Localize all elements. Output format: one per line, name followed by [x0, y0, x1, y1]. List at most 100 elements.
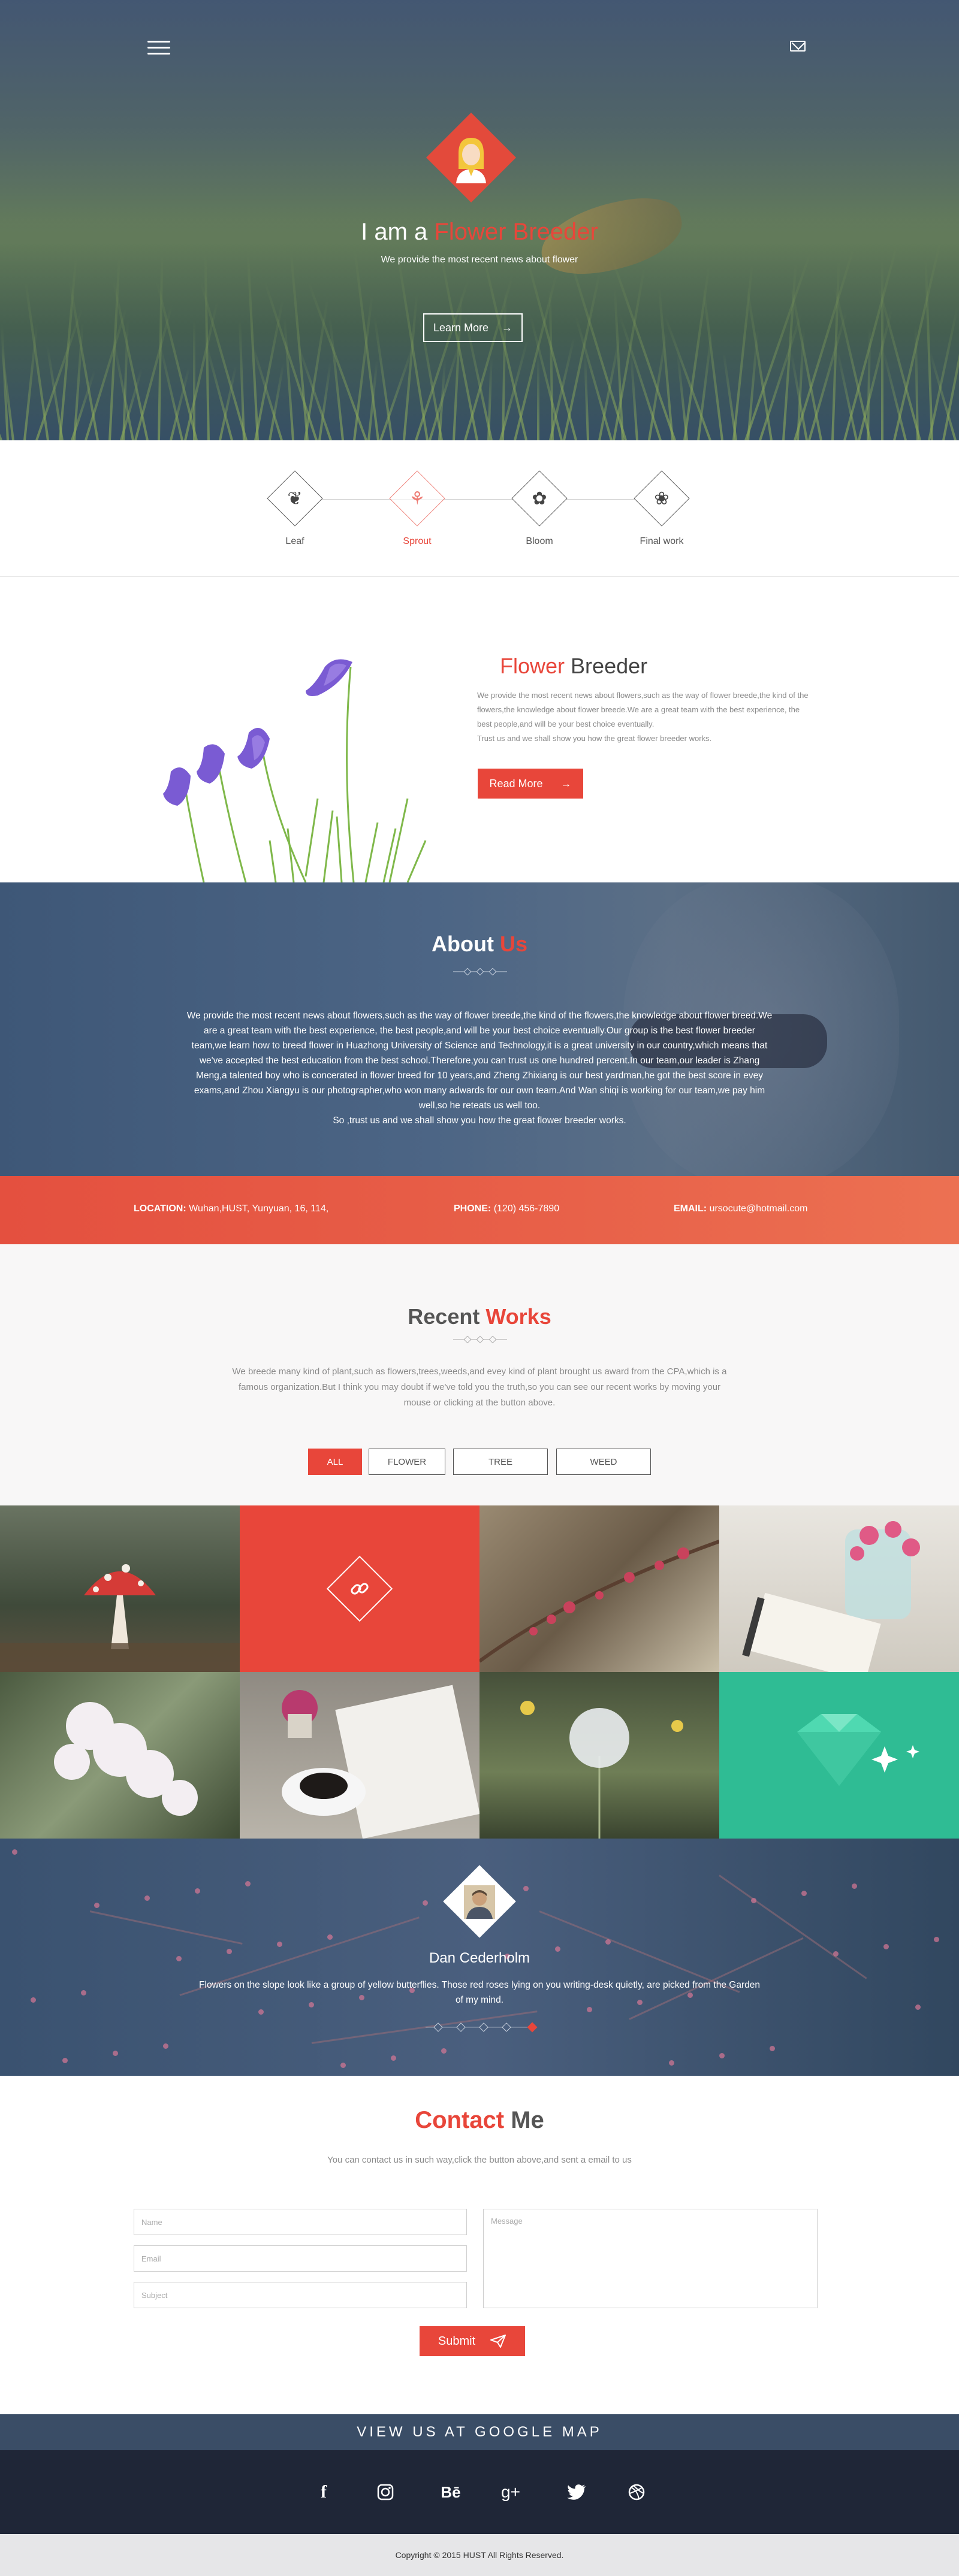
learn-more-button[interactable]: Learn More → [423, 313, 523, 342]
read-more-label: Read More [489, 777, 543, 790]
potted-plant-icon: ✿ [532, 488, 547, 509]
step-label: Bloom [526, 536, 553, 546]
blossom-bud-decoration [144, 1895, 150, 1901]
blossom-bud-decoration [441, 2048, 447, 2054]
location-label: LOCATION: [134, 1204, 186, 1214]
mail-icon[interactable] [790, 41, 806, 52]
section-divider [453, 967, 507, 976]
recent-works-section: Recent Works We breede many kind of plan… [0, 1244, 959, 1505]
contact-info-bar: LOCATION: Wuhan,HUST, Yunyuan, 16, 114, … [0, 1176, 959, 1244]
diamond-gem-icon [797, 1714, 919, 1786]
filter-flower-button[interactable]: FLOWER [369, 1449, 445, 1475]
blossom-bud-decoration [113, 2051, 118, 2056]
step-label: Final work [640, 536, 684, 546]
works-title: Recent Works [0, 1304, 959, 1329]
blossom-bud-decoration [423, 1900, 428, 1906]
instagram-icon[interactable] [370, 2478, 401, 2507]
gallery-item-blossom-branch[interactable] [480, 1505, 719, 1672]
email-field[interactable] [134, 2245, 467, 2272]
blossom-bud-decoration [195, 1888, 200, 1894]
message-field[interactable] [483, 2209, 818, 2308]
blossom-bud-decoration [327, 1934, 333, 1940]
facebook-icon[interactable]: f [308, 2478, 339, 2507]
google-plus-icon[interactable]: g+ [495, 2478, 526, 2507]
hero-title-accent: Flower Breeder [434, 219, 598, 245]
works-description: We breede many kind of plant,such as flo… [232, 1366, 727, 1408]
blossom-bud-decoration [669, 2060, 674, 2066]
dribbble-icon[interactable] [621, 2478, 652, 2507]
grass-blade [537, 356, 539, 440]
phone-label: PHONE: [454, 1204, 491, 1214]
process-connector-line [296, 499, 662, 500]
breeder-title-accent: Flower [500, 654, 565, 678]
blossom-bud-decoration [883, 1944, 889, 1949]
location-value: Wuhan,HUST, Yunyuan, 16, 114, [189, 1204, 329, 1214]
email-value[interactable]: ursocute@hotmail.com [710, 1204, 808, 1214]
breeder-title-rest: Breeder [571, 654, 648, 678]
blossom-bud-decoration [852, 1883, 857, 1889]
gallery-item-dandelion[interactable] [480, 1672, 719, 1839]
page: I am a Flower Breeder We provide the mos… [0, 0, 959, 2576]
gallery-item-mushroom[interactable] [0, 1505, 240, 1672]
filter-tree-button[interactable]: TREE [453, 1449, 548, 1475]
works-title-main: Recent [408, 1304, 480, 1329]
step-sprout[interactable]: ⚘ Sprout [381, 470, 453, 547]
dan-cederholm-avatar [464, 1885, 495, 1919]
submit-button[interactable]: Submit [420, 2326, 525, 2356]
about-section: About Us We provide the most recent news… [0, 882, 959, 1176]
branch-decoration [89, 1910, 243, 1945]
testimonial-section: Dan Cederholm Flowers on the slope look … [0, 1839, 959, 2076]
blossom-bud-decoration [258, 2009, 264, 2015]
step-final-work[interactable]: ❀ Final work [626, 470, 698, 547]
twitter-icon[interactable] [561, 2478, 592, 2507]
name-field[interactable] [134, 2209, 467, 2235]
blossom-bud-decoration [719, 2053, 725, 2058]
contact-title-accent: Contact [415, 2107, 505, 2133]
bellflower-illustration [163, 659, 427, 882]
hero-title: I am a Flower Breeder [0, 219, 959, 246]
step-label: Leaf [285, 536, 304, 546]
works-gallery [0, 1505, 959, 1839]
testimonial-pagination[interactable] [420, 2018, 539, 2036]
gallery-item-planner[interactable] [719, 1505, 959, 1672]
gallery-item-white-blossom[interactable] [0, 1672, 240, 1839]
section-divider [453, 1335, 507, 1344]
dandelion-image [520, 1701, 683, 1839]
behance-icon[interactable]: Bē [435, 2478, 466, 2507]
blossom-bud-decoration [81, 1990, 86, 1996]
learn-more-label: Learn More [433, 321, 489, 334]
blossom-bud-decoration [31, 1997, 36, 2003]
hero-title-prefix: I am a [361, 219, 428, 245]
contact-subtitle: You can contact us in such way,click the… [327, 2155, 632, 2165]
blossom-bud-decoration [245, 1881, 251, 1886]
read-more-button[interactable]: Read More → [478, 769, 583, 799]
step-leaf[interactable]: ❦ Leaf [259, 470, 331, 547]
hero-subtitle: We provide the most recent news about fl… [381, 255, 578, 265]
phone-value: (120) 456-7890 [493, 1204, 560, 1214]
paper-plane-icon [490, 2335, 506, 2348]
gallery-item-featured[interactable] [240, 1505, 480, 1672]
email-label: EMAIL: [674, 1204, 707, 1214]
breeder-paragraph-2: Trust us and we shall show you how the g… [477, 734, 712, 743]
step-label: Sprout [403, 536, 432, 546]
gallery-item-diamond[interactable] [719, 1672, 959, 1839]
filter-weed-button[interactable]: WEED [556, 1449, 651, 1475]
arrow-right-icon: → [502, 321, 513, 334]
phone-info: PHONE: (120) 456-7890 [454, 1204, 559, 1214]
filter-all-button[interactable]: ALL [308, 1449, 362, 1475]
breeder-section: Flower Breeder We provide the most recen… [0, 577, 959, 882]
google-map-link[interactable]: VIEW US AT GOOGLE MAP [0, 2414, 959, 2450]
testimonial-name: Dan Cederholm [429, 1950, 530, 1966]
blossom-bud-decoration [391, 2055, 396, 2061]
breeder-avatar-icon [456, 138, 486, 183]
contact-title: Contact Me [0, 2107, 959, 2134]
blossom-bud-decoration [523, 1886, 529, 1891]
copyright-text: Copyright © 2015 HUST All Rights Reserve… [395, 2550, 564, 2560]
location-info: LOCATION: Wuhan,HUST, Yunyuan, 16, 114, [134, 1204, 328, 1214]
subject-field[interactable] [134, 2282, 467, 2308]
gallery-item-coffee[interactable] [240, 1672, 480, 1839]
about-title-main: About [431, 932, 494, 956]
sprout-icon: ⚘ [409, 488, 426, 509]
step-bloom[interactable]: ✿ Bloom [503, 470, 575, 547]
menu-icon[interactable] [147, 41, 170, 55]
